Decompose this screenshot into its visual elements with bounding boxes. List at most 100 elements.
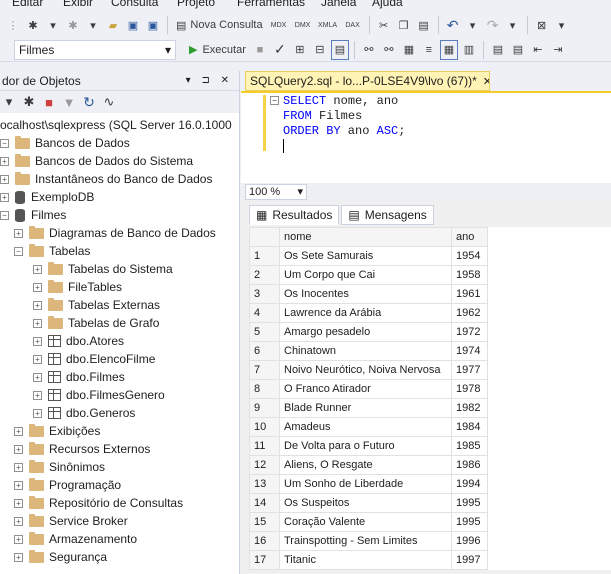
zoom-select[interactable]: 100 % ▾: [245, 183, 307, 200]
table-row[interactable]: 15 Coração Valente 1995: [249, 512, 611, 532]
tree-node[interactable]: + ExemploDB: [0, 188, 240, 206]
row-number[interactable]: 9: [249, 398, 280, 418]
expand-icon[interactable]: +: [33, 372, 42, 382]
results-to-text-icon[interactable]: ≡: [420, 40, 438, 60]
panel-window-controls[interactable]: ▾ ⊐ ✕: [186, 75, 233, 86]
tree-node[interactable]: + Programação: [0, 476, 240, 494]
undo-icon[interactable]: ↶: [444, 15, 462, 35]
tree-node[interactable]: + Tabelas do Sistema: [0, 260, 240, 278]
cell-ano[interactable]: 1985: [451, 436, 488, 456]
new-project-icon[interactable]: ✱: [24, 15, 42, 35]
cut-icon[interactable]: ✂: [375, 15, 393, 35]
menu-editar[interactable]: Editar: [12, 0, 43, 9]
tab-messages[interactable]: ▤ Mensagens: [341, 205, 434, 225]
tab-results[interactable]: ▦ Resultados: [249, 205, 340, 225]
cell-ano[interactable]: 1984: [451, 417, 488, 437]
cell-nome[interactable]: Um Corpo que Cai: [279, 265, 452, 285]
cell-ano[interactable]: 1996: [451, 531, 488, 551]
cell-nome[interactable]: Os Sete Samurais: [279, 246, 452, 266]
row-number[interactable]: 15: [249, 512, 280, 532]
expand-icon[interactable]: +: [14, 516, 23, 526]
tree-node[interactable]: + Instantâneos do Banco de Dados: [0, 170, 240, 188]
expand-icon[interactable]: +: [33, 408, 42, 418]
expand-icon[interactable]: +: [14, 534, 23, 544]
cell-ano[interactable]: 1962: [451, 303, 488, 323]
tree-node[interactable]: + dbo.Atores: [0, 332, 240, 350]
connect-icon[interactable]: ▾: [0, 92, 18, 112]
tree-node[interactable]: + dbo.Filmes: [0, 368, 240, 386]
expand-icon[interactable]: +: [33, 336, 42, 346]
tree-node[interactable]: + Repositório de Consultas: [0, 494, 240, 512]
tree-node[interactable]: + Diagramas de Banco de Dados: [0, 224, 240, 242]
cell-nome[interactable]: Um Sonho de Liberdade: [279, 474, 452, 494]
paste-icon[interactable]: ▤: [415, 15, 433, 35]
menu-ajuda[interactable]: Ajuda: [372, 0, 403, 9]
cell-nome[interactable]: Coração Valente: [279, 512, 452, 532]
expand-icon[interactable]: +: [33, 264, 42, 274]
cell-nome[interactable]: Lawrence da Arábia: [279, 303, 452, 323]
expand-icon[interactable]: +: [33, 318, 42, 328]
cell-ano[interactable]: 1995: [451, 493, 488, 513]
row-number[interactable]: 12: [249, 455, 280, 475]
new-query-button[interactable]: ▤ Nova Consulta: [173, 15, 266, 35]
table-row[interactable]: 5 Amargo pesadelo 1972: [249, 322, 611, 342]
table-row[interactable]: 12 Aliens, O Resgate 1986: [249, 455, 611, 475]
cell-ano[interactable]: 1954: [451, 246, 488, 266]
row-header-corner[interactable]: [249, 227, 280, 247]
expand-icon[interactable]: +: [33, 354, 42, 364]
tree-node[interactable]: ocalhost\sqlexpress (SQL Server 16.0.100…: [0, 116, 240, 134]
row-number[interactable]: 6: [249, 341, 280, 361]
expand-icon[interactable]: +: [14, 480, 23, 490]
cell-nome[interactable]: Amadeus: [279, 417, 452, 437]
collapse-icon[interactable]: −: [270, 96, 279, 105]
table-row[interactable]: 9 Blade Runner 1982: [249, 398, 611, 418]
cell-nome[interactable]: O Franco Atirador: [279, 379, 452, 399]
table-row[interactable]: 10 Amadeus 1984: [249, 417, 611, 437]
row-number[interactable]: 2: [249, 265, 280, 285]
client-stats-icon[interactable]: ▦: [400, 40, 418, 60]
cell-nome[interactable]: Trainspotting - Sem Limites: [279, 531, 452, 551]
expand-icon[interactable]: +: [14, 444, 23, 454]
expand-icon[interactable]: +: [14, 552, 23, 562]
table-row[interactable]: 2 Um Corpo que Cai 1958: [249, 265, 611, 285]
cell-nome[interactable]: Os Inocentes: [279, 284, 452, 304]
add-item-icon[interactable]: ✱: [64, 15, 82, 35]
menu-janela[interactable]: Janela: [321, 0, 356, 9]
tree-node[interactable]: + dbo.Generos: [0, 404, 240, 422]
dax-query-button[interactable]: DAX: [342, 15, 364, 35]
cell-nome[interactable]: Titanic: [279, 550, 452, 570]
expand-icon[interactable]: +: [33, 390, 42, 400]
xmla-query-button[interactable]: XMLA: [316, 15, 340, 35]
tree-node[interactable]: + Sinônimos: [0, 458, 240, 476]
cell-ano[interactable]: 1961: [451, 284, 488, 304]
include-actual-plan-icon[interactable]: ⚯: [360, 40, 378, 60]
sql-editor[interactable]: − SELECT nome, ano FROM Filmes ORDER BY …: [241, 91, 611, 183]
cell-ano[interactable]: 1986: [451, 455, 488, 475]
redo-icon[interactable]: ↷: [484, 15, 502, 35]
tree-node[interactable]: + Tabelas Externas: [0, 296, 240, 314]
table-row[interactable]: 1 Os Sete Samurais 1954: [249, 246, 611, 266]
increase-indent-icon[interactable]: ⇥: [549, 40, 567, 60]
execute-button[interactable]: ▶ Executar: [186, 40, 249, 60]
cell-nome[interactable]: Blade Runner: [279, 398, 452, 418]
disconnect-icon[interactable]: ✱: [20, 92, 38, 112]
table-row[interactable]: 16 Trainspotting - Sem Limites 1996: [249, 531, 611, 551]
activity-monitor-icon[interactable]: ⊠: [533, 15, 551, 35]
tree-node[interactable]: − Bancos de Dados: [0, 134, 240, 152]
tree-node[interactable]: + FileTables: [0, 278, 240, 296]
expand-icon[interactable]: +: [14, 498, 23, 508]
decrease-indent-icon[interactable]: ⇤: [529, 40, 547, 60]
expand-icon[interactable]: +: [33, 282, 42, 292]
table-row[interactable]: 11 De Volta para o Futuro 1985: [249, 436, 611, 456]
expand-icon[interactable]: +: [0, 192, 9, 202]
column-header-nome[interactable]: nome: [279, 227, 452, 247]
expand-icon[interactable]: +: [14, 228, 23, 238]
row-number[interactable]: 4: [249, 303, 280, 323]
results-to-text-icon[interactable]: ▤: [330, 39, 349, 60]
table-row[interactable]: 8O Franco Atirador 1978: [249, 379, 611, 399]
tree-node[interactable]: + Segurança: [0, 548, 240, 566]
menu-consulta[interactable]: Consulta: [111, 0, 158, 9]
collapse-icon[interactable]: −: [0, 138, 9, 148]
results-to-file-icon[interactable]: ▥: [460, 40, 478, 60]
tree-node[interactable]: + dbo.FilmesGenero: [0, 386, 240, 404]
